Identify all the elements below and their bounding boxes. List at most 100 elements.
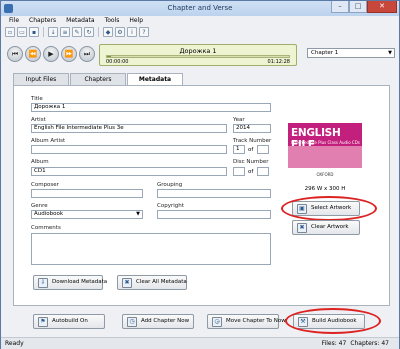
chapter-select[interactable]: Chapter 1 ▼ xyxy=(307,48,395,58)
status-text: Ready xyxy=(5,340,24,347)
chapter-edit-icon[interactable]: ✎ xyxy=(72,27,82,37)
disc-of-label: of xyxy=(248,169,254,175)
add-chapter-now-label: Add Chapter Now xyxy=(141,318,190,324)
chapter-select-value: Chapter 1 xyxy=(311,50,339,56)
chevron-down-icon: ▼ xyxy=(388,50,392,56)
current-track-title: Дорожка 1 xyxy=(179,47,217,55)
status-bar: Ready Files: 47 Chapters: 47 xyxy=(1,337,399,349)
build-audiobook-highlight xyxy=(285,308,381,334)
move-chapter-to-now-label: Move Chapter To Now xyxy=(226,318,286,324)
grouping-field[interactable] xyxy=(157,189,271,198)
progress-fill xyxy=(107,56,111,57)
settings-icon[interactable]: ⚙ xyxy=(115,27,125,37)
copyright-field[interactable] xyxy=(157,210,271,219)
album-field[interactable]: CD1 xyxy=(31,167,227,176)
clear-icon: ✖ xyxy=(122,277,132,288)
tag-icon[interactable]: ◆ xyxy=(103,27,113,37)
menu-help[interactable]: Help xyxy=(129,16,143,26)
skip-to-end-button[interactable]: ⏭ xyxy=(79,46,95,62)
menu-bar: File Chapters Metadata Tools Help xyxy=(1,16,399,26)
fast-forward-button[interactable]: ⏩ xyxy=(61,46,77,62)
track-number-field[interactable]: 1 xyxy=(233,145,245,154)
menu-tools[interactable]: Tools xyxy=(105,16,120,26)
genre-select-value: Audiobook xyxy=(34,211,64,217)
track-of-label: of xyxy=(248,147,254,153)
split-icon[interactable]: ≡ xyxy=(60,27,70,37)
album-artist-label: Album Artist xyxy=(31,138,66,144)
composer-field[interactable] xyxy=(31,189,143,198)
comments-field[interactable] xyxy=(31,233,271,265)
menu-metadata[interactable]: Metadata xyxy=(66,16,94,26)
autobuild-icon: ⚑ xyxy=(38,316,48,327)
tab-strip: Input Files Chapters Metadata xyxy=(13,73,184,86)
composer-label: Composer xyxy=(31,182,59,188)
clear-all-metadata-button[interactable]: ✖ Clear All Metadata xyxy=(117,275,187,290)
disc-total-field[interactable] xyxy=(257,167,269,176)
copyright-label: Copyright xyxy=(157,203,184,209)
play-button[interactable]: ▶ xyxy=(43,46,59,62)
tab-chapters[interactable]: Chapters xyxy=(70,73,126,85)
save-icon[interactable]: ▪ xyxy=(29,27,39,37)
minimize-button[interactable]: – xyxy=(331,1,349,13)
title-label: Title xyxy=(31,96,43,102)
disc-number-field[interactable] xyxy=(233,167,245,176)
chapters-count: Chapters: 47 xyxy=(350,340,389,347)
download-metadata-label: Download Metadata xyxy=(52,279,108,285)
toolbar-separator xyxy=(43,27,44,37)
download-metadata-button[interactable]: ⇩ Download Metadata xyxy=(33,275,107,290)
cover-top-band xyxy=(288,105,362,123)
add-chapter-now-button[interactable]: ◷ Add Chapter Now xyxy=(122,314,194,329)
track-total-field[interactable] xyxy=(257,145,269,154)
title-bar[interactable]: Chapter and Verse – □ ✕ xyxy=(1,1,399,16)
end-time: 01:12:28 xyxy=(267,59,290,65)
start-time: 00:00:00 xyxy=(106,59,129,65)
artist-field[interactable]: English File Intermediate Plus 3e xyxy=(31,124,227,133)
maximize-button[interactable]: □ xyxy=(349,1,367,13)
status-counts: Files: 47 Chapters: 47 xyxy=(322,340,389,347)
cover-photo-strip xyxy=(288,146,362,168)
rewind-button[interactable]: ⏪ xyxy=(25,46,41,62)
cover-subtitle: Intermediate Plus Class Audio CDs xyxy=(291,140,360,145)
comments-label: Comments xyxy=(31,225,61,231)
genre-select[interactable]: Audiobook ▼ xyxy=(31,210,143,219)
year-field[interactable]: 2014 xyxy=(233,124,271,133)
skip-to-start-button[interactable]: ⏮ xyxy=(7,46,23,62)
cover-brand: OXFORD xyxy=(316,172,334,177)
import-icon[interactable]: ↓ xyxy=(48,27,58,37)
clear-artwork-button[interactable]: ✖ Clear Artwork xyxy=(292,220,360,235)
move-clock-icon: ◶ xyxy=(212,316,222,327)
files-count: Files: 47 xyxy=(321,340,347,347)
track-number-label: Track Number xyxy=(233,138,272,144)
artist-label: Artist xyxy=(31,117,46,123)
genre-label: Genre xyxy=(31,203,48,209)
tab-input-files[interactable]: Input Files xyxy=(13,73,69,85)
new-file-icon[interactable]: ▫ xyxy=(5,27,15,37)
autobuild-label: Autobuild On xyxy=(52,318,88,324)
move-chapter-to-now-button[interactable]: ◶ Move Chapter To Now xyxy=(207,314,286,329)
album-artist-field[interactable] xyxy=(31,145,227,154)
help-icon[interactable]: ? xyxy=(139,27,149,37)
info-icon[interactable]: i xyxy=(127,27,137,37)
clear-image-icon: ✖ xyxy=(297,222,307,233)
refresh-icon[interactable]: ↻ xyxy=(84,27,94,37)
close-button[interactable]: ✕ xyxy=(367,1,397,13)
playback-progress[interactable] xyxy=(106,55,290,58)
artwork-dimensions: 296 W x 300 H xyxy=(304,186,346,192)
open-folder-icon[interactable]: ▭ xyxy=(17,27,27,37)
autobuild-toggle-button[interactable]: ⚑ Autobuild On xyxy=(33,314,105,329)
menu-chapters[interactable]: Chapters xyxy=(29,16,56,26)
title-field[interactable]: Дорожка 1 xyxy=(31,103,271,112)
toolbar-separator xyxy=(98,27,99,37)
toolbar: ▫ ▭ ▪ ↓ ≡ ✎ ↻ ◆ ⚙ i ? xyxy=(5,27,149,39)
app-window: Chapter and Verse – □ ✕ File Chapters Me… xyxy=(0,0,400,349)
album-label: Album xyxy=(31,159,49,165)
artwork-image[interactable]: ENGLISH FILE Intermediate Plus Class Aud… xyxy=(288,105,362,182)
disc-number-label: Disc Number xyxy=(233,159,269,165)
cover-bottom-band: OXFORD xyxy=(288,168,362,182)
clear-all-metadata-label: Clear All Metadata xyxy=(136,279,187,285)
player-display: Дорожка 1 00:00:00 01:12:28 xyxy=(99,44,297,66)
download-icon: ⇩ xyxy=(38,277,48,288)
chevron-down-icon: ▼ xyxy=(136,211,140,217)
menu-file[interactable]: File xyxy=(9,16,19,26)
window-controls: – □ ✕ xyxy=(331,1,397,14)
